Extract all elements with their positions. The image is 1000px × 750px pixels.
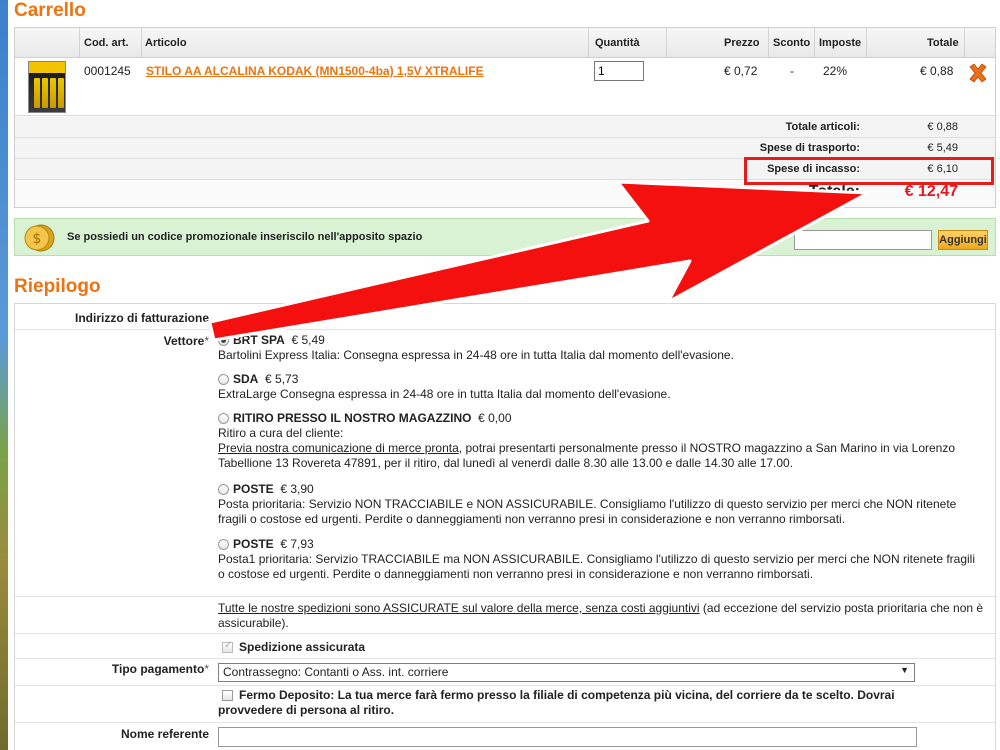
- summary-items-row: Totale articoli: € 0,88: [15, 117, 995, 138]
- promo-code-bar: $ Se possiedi un codice promozionale ins…: [14, 218, 996, 256]
- carrier-radio-sda[interactable]: [218, 374, 229, 385]
- summary-title: Riepilogo: [14, 276, 101, 297]
- insured-shipping-label: Spedizione assicurata: [239, 640, 366, 654]
- column-header-article: Articolo: [145, 37, 187, 49]
- billing-address-label: Indirizzo di fatturazione: [75, 311, 209, 325]
- item-code: 0001245: [84, 64, 131, 78]
- carrier-label: Vettore*: [163, 334, 209, 348]
- grand-total-value: € 12,47: [904, 183, 958, 200]
- row-divider: [15, 685, 995, 686]
- insured-shipping-checkbox[interactable]: [222, 640, 233, 653]
- cart-item-row: 0001245 STILO AA ALCALINA KODAK (MN1500-…: [15, 58, 995, 116]
- cod-fee-highlight: [744, 157, 994, 185]
- payment-type-label: Tipo pagamento*: [111, 662, 209, 676]
- ready-notice-link[interactable]: Previa nostra comunicazione di merce pro…: [218, 441, 459, 455]
- carrier-desc-poste-priority: Posta prioritaria: Servizio NON TRACCIAB…: [218, 497, 957, 526]
- coins-icon: $: [24, 224, 55, 252]
- carrier-desc-sda: ExtraLarge Consegna espressa in 24-48 or…: [218, 387, 671, 401]
- carrier-radio-pickup[interactable]: [218, 413, 229, 424]
- insurance-note-link[interactable]: Tutte le nostre spedizioni sono ASSICURA…: [218, 601, 700, 615]
- column-header-tax: Imposte: [819, 37, 862, 49]
- items-total-value: € 0,88: [927, 121, 958, 133]
- promo-instructions: Se possiedi un codice promozionale inser…: [67, 231, 423, 243]
- row-divider: [15, 633, 995, 634]
- column-header-price: Prezzo: [724, 37, 760, 49]
- svg-text:$: $: [33, 231, 42, 247]
- remove-item-icon[interactable]: [967, 62, 989, 84]
- row-divider: [15, 596, 995, 597]
- grand-total-label: Totale:: [808, 183, 860, 200]
- carrier-desc-poste1: Posta1 prioritaria: Servizio TRACCIABILE…: [218, 552, 976, 581]
- column-header-total: Totale: [927, 37, 959, 49]
- promo-code-input[interactable]: [794, 230, 932, 250]
- cart-title: Carrello: [14, 0, 86, 21]
- depot-hold-label: Fermo Deposito: La tua merce farà fermo …: [218, 688, 895, 717]
- row-divider: [15, 329, 995, 330]
- shipping-cost-value: € 5,49: [927, 142, 958, 154]
- item-tax: 22%: [823, 64, 848, 78]
- summary-shipping-row: Spese di trasporto: € 5,49: [15, 138, 995, 159]
- dropdown-arrow-icon: ▼: [900, 665, 909, 675]
- item-discount: -: [790, 64, 794, 78]
- carrier-option-brt: BRT SPA € 5,49: [233, 333, 325, 347]
- carrier-option-pickup: RITIRO PRESSO IL NOSTRO MAGAZZINO € 0,00: [233, 411, 512, 425]
- window-edge: [0, 0, 8, 750]
- item-total: € 0,88: [920, 64, 954, 78]
- payment-type-select[interactable]: Contrassegno: Contanti o Ass. int. corri…: [218, 663, 915, 682]
- product-thumbnail[interactable]: [28, 61, 66, 113]
- carrier-radio-poste-priority[interactable]: [218, 484, 229, 495]
- payment-type-selected: Contrassegno: Contanti o Ass. int. corri…: [223, 665, 449, 679]
- column-header-discount: Sconto: [773, 37, 811, 49]
- column-header-code: Cod. art.: [84, 37, 129, 49]
- items-total-label: Totale articoli:: [785, 121, 860, 133]
- product-name-link[interactable]: STILO AA ALCALINA KODAK (MN1500-4ba) 1,5…: [146, 64, 484, 78]
- quantity-input[interactable]: [594, 61, 644, 81]
- row-divider: [15, 722, 995, 723]
- order-summary-form: Indirizzo di fatturazione Vettore* BRT S…: [14, 303, 996, 750]
- apply-promo-button[interactable]: Aggiungi: [938, 230, 988, 250]
- referent-name-label: Nome referente: [120, 727, 209, 741]
- carrier-option-poste1: POSTE € 7,93: [233, 537, 314, 551]
- item-price: € 0,72: [724, 64, 758, 78]
- shipping-cost-label: Spese di trasporto:: [759, 142, 860, 154]
- column-header-quantity: Quantità: [595, 37, 640, 49]
- carrier-desc-brt: Bartolini Express Italia: Consegna espre…: [218, 348, 734, 362]
- row-divider: [15, 658, 995, 659]
- carrier-desc-pickup: Ritiro a cura del cliente: Previa nostra…: [218, 426, 956, 470]
- carrier-radio-brt[interactable]: [218, 335, 229, 346]
- carrier-option-poste-priority: POSTE € 3,90: [233, 482, 314, 496]
- carrier-option-sda: SDA € 5,73: [233, 372, 299, 386]
- referent-name-input[interactable]: [218, 727, 917, 747]
- cart-table-header: Cod. art. Articolo Quantità Prezzo Scont…: [15, 28, 995, 58]
- insurance-note: Tutte le nostre spedizioni sono ASSICURA…: [218, 601, 984, 630]
- carrier-radio-poste1[interactable]: [218, 539, 229, 550]
